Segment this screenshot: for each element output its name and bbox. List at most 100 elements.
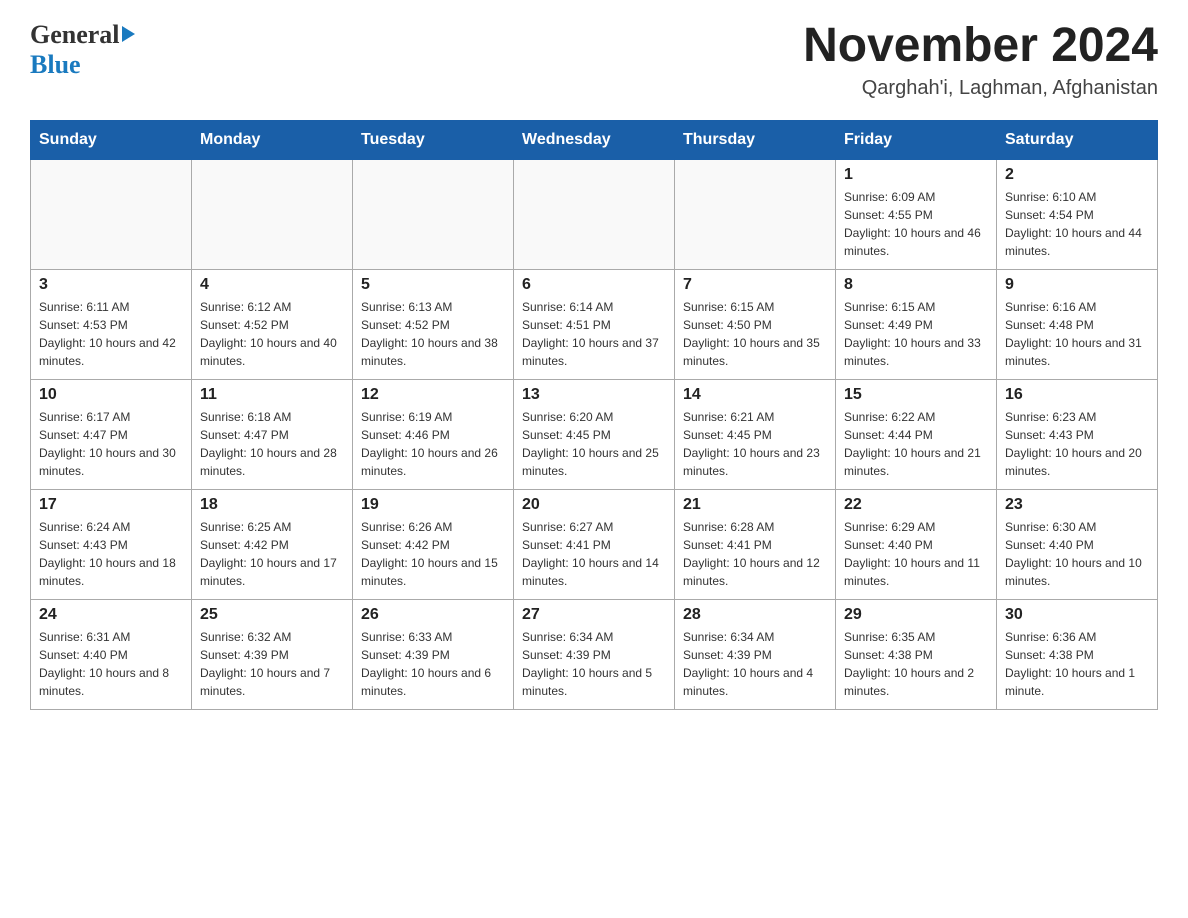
day-number: 29 [844, 606, 988, 624]
day-number: 27 [522, 606, 666, 624]
calendar-cell: 21 Sunrise: 6:28 AM Sunset: 4:41 PM Dayli… [675, 489, 836, 599]
day-number: 15 [844, 386, 988, 404]
calendar-cell: 26Sunrise: 6:33 AM Sunset: 4:39 PM Dayli… [353, 599, 514, 709]
day-info: Sunrise: 6:34 AM Sunset: 4:39 PM Dayligh… [683, 628, 827, 700]
day-info: Sunrise: 6:11 AM Sunset: 4:53 PM Dayligh… [39, 298, 183, 370]
calendar-cell: 8Sunrise: 6:15 AM Sunset: 4:49 PM Daylig… [836, 269, 997, 379]
header-day-saturday: Saturday [997, 120, 1158, 159]
calendar-cell: 22Sunrise: 6:29 AM Sunset: 4:40 PM Dayli… [836, 489, 997, 599]
calendar-cell: 4Sunrise: 6:12 AM Sunset: 4:52 PM Daylig… [192, 269, 353, 379]
day-info: Sunrise: 6:13 AM Sunset: 4:52 PM Dayligh… [361, 298, 505, 370]
calendar-cell [675, 159, 836, 269]
calendar-cell [353, 159, 514, 269]
day-info: Sunrise: 6:18 AM Sunset: 4:47 PM Dayligh… [200, 408, 344, 480]
calendar-cell: 30Sunrise: 6:36 AM Sunset: 4:38 PM Dayli… [997, 599, 1158, 709]
day-info: Sunrise: 6:17 AM Sunset: 4:47 PM Dayligh… [39, 408, 183, 480]
day-info: Sunrise: 6:10 AM Sunset: 4:54 PM Dayligh… [1005, 188, 1149, 260]
week-row-4: 17 Sunrise: 6:24 AM Sunset: 4:43 PM Dayli… [31, 489, 1158, 599]
location-subtitle: Qarghah'i, Laghman, Afghanistan [803, 77, 1158, 100]
logo: General [30, 20, 137, 50]
day-info: Sunrise: 6:22 AM Sunset: 4:44 PM Dayligh… [844, 408, 988, 480]
week-row-5: 24 Sunrise: 6:31 AM Sunset: 4:40 PM Dayli… [31, 599, 1158, 709]
calendar-cell: 28 Sunrise: 6:34 AM Sunset: 4:39 PM Dayli… [675, 599, 836, 709]
day-number: 3 [39, 276, 183, 294]
day-info: Sunrise: 6:25 AM Sunset: 4:42 PM Dayligh… [200, 518, 344, 590]
day-info: Sunrise: 6:36 AM Sunset: 4:38 PM Dayligh… [1005, 628, 1149, 700]
logo-blue-text: Blue [30, 50, 81, 79]
day-number: 8 [844, 276, 988, 294]
calendar-cell: 13 Sunrise: 6:20 AM Sunset: 4:45 PM Dayli… [514, 379, 675, 489]
day-info: Sunrise: 6:26 AM Sunset: 4:42 PM Dayligh… [361, 518, 505, 590]
day-info: Sunrise: 6:19 AM Sunset: 4:46 PM Dayligh… [361, 408, 505, 480]
day-info: Sunrise: 6:09 AM Sunset: 4:55 PM Dayligh… [844, 188, 988, 260]
day-info: Sunrise: 6:34 AM Sunset: 4:39 PM Dayligh… [522, 628, 666, 700]
calendar-cell: 6Sunrise: 6:14 AM Sunset: 4:51 PM Daylig… [514, 269, 675, 379]
day-number: 21 [683, 496, 827, 514]
day-number: 23 [1005, 496, 1149, 514]
calendar-cell: 27 Sunrise: 6:34 AM Sunset: 4:39 PM Dayli… [514, 599, 675, 709]
day-number: 4 [200, 276, 344, 294]
day-number: 18 [200, 496, 344, 514]
title-area: November 2024 Qarghah'i, Laghman, Afghan… [803, 20, 1158, 100]
calendar-header: SundayMondayTuesdayWednesdayThursdayFrid… [31, 120, 1158, 159]
day-number: 13 [522, 386, 666, 404]
logo-triangle-icon [122, 26, 135, 42]
calendar-cell: 29 Sunrise: 6:35 AM Sunset: 4:38 PM Dayli… [836, 599, 997, 709]
day-number: 5 [361, 276, 505, 294]
day-info: Sunrise: 6:27 AM Sunset: 4:41 PM Dayligh… [522, 518, 666, 590]
calendar-cell: 15 Sunrise: 6:22 AM Sunset: 4:44 PM Dayli… [836, 379, 997, 489]
calendar-cell [31, 159, 192, 269]
logo-general-text: General [30, 20, 120, 50]
week-row-1: 1Sunrise: 6:09 AM Sunset: 4:55 PM Daylig… [31, 159, 1158, 269]
header-day-monday: Monday [192, 120, 353, 159]
day-info: Sunrise: 6:16 AM Sunset: 4:48 PM Dayligh… [1005, 298, 1149, 370]
header-day-tuesday: Tuesday [353, 120, 514, 159]
day-info: Sunrise: 6:35 AM Sunset: 4:38 PM Dayligh… [844, 628, 988, 700]
calendar-cell: 5 Sunrise: 6:13 AM Sunset: 4:52 PM Daylig… [353, 269, 514, 379]
day-info: Sunrise: 6:23 AM Sunset: 4:43 PM Dayligh… [1005, 408, 1149, 480]
day-number: 17 [39, 496, 183, 514]
day-number: 11 [200, 386, 344, 404]
day-number: 9 [1005, 276, 1149, 294]
day-info: Sunrise: 6:14 AM Sunset: 4:51 PM Dayligh… [522, 298, 666, 370]
day-info: Sunrise: 6:15 AM Sunset: 4:50 PM Dayligh… [683, 298, 827, 370]
calendar-body: 1Sunrise: 6:09 AM Sunset: 4:55 PM Daylig… [31, 159, 1158, 709]
calendar-cell: 7 Sunrise: 6:15 AM Sunset: 4:50 PM Daylig… [675, 269, 836, 379]
day-info: Sunrise: 6:29 AM Sunset: 4:40 PM Dayligh… [844, 518, 988, 590]
calendar-cell: 24 Sunrise: 6:31 AM Sunset: 4:40 PM Dayli… [31, 599, 192, 709]
calendar-cell: 17 Sunrise: 6:24 AM Sunset: 4:43 PM Dayli… [31, 489, 192, 599]
calendar-cell: 25Sunrise: 6:32 AM Sunset: 4:39 PM Dayli… [192, 599, 353, 709]
logo-area: General Blue [30, 20, 137, 80]
header-day-friday: Friday [836, 120, 997, 159]
day-number: 20 [522, 496, 666, 514]
calendar-cell: 18 Sunrise: 6:25 AM Sunset: 4:42 PM Dayli… [192, 489, 353, 599]
calendar-cell: 9 Sunrise: 6:16 AM Sunset: 4:48 PM Daylig… [997, 269, 1158, 379]
week-row-2: 3 Sunrise: 6:11 AM Sunset: 4:53 PM Daylig… [31, 269, 1158, 379]
day-info: Sunrise: 6:28 AM Sunset: 4:41 PM Dayligh… [683, 518, 827, 590]
calendar-cell [192, 159, 353, 269]
day-info: Sunrise: 6:24 AM Sunset: 4:43 PM Dayligh… [39, 518, 183, 590]
day-info: Sunrise: 6:30 AM Sunset: 4:40 PM Dayligh… [1005, 518, 1149, 590]
week-row-3: 10 Sunrise: 6:17 AM Sunset: 4:47 PM Dayli… [31, 379, 1158, 489]
day-info: Sunrise: 6:20 AM Sunset: 4:45 PM Dayligh… [522, 408, 666, 480]
day-number: 2 [1005, 166, 1149, 184]
page-header: General Blue November 2024 Qarghah'i, La… [30, 20, 1158, 100]
day-number: 10 [39, 386, 183, 404]
calendar-cell: 1Sunrise: 6:09 AM Sunset: 4:55 PM Daylig… [836, 159, 997, 269]
day-info: Sunrise: 6:31 AM Sunset: 4:40 PM Dayligh… [39, 628, 183, 700]
calendar-cell: 23 Sunrise: 6:30 AM Sunset: 4:40 PM Dayli… [997, 489, 1158, 599]
calendar-cell: 14Sunrise: 6:21 AM Sunset: 4:45 PM Dayli… [675, 379, 836, 489]
day-number: 16 [1005, 386, 1149, 404]
day-number: 28 [683, 606, 827, 624]
logo-blue-row: Blue [30, 50, 81, 80]
day-number: 25 [200, 606, 344, 624]
header-row: SundayMondayTuesdayWednesdayThursdayFrid… [31, 120, 1158, 159]
day-info: Sunrise: 6:21 AM Sunset: 4:45 PM Dayligh… [683, 408, 827, 480]
day-number: 24 [39, 606, 183, 624]
header-day-sunday: Sunday [31, 120, 192, 159]
day-number: 7 [683, 276, 827, 294]
calendar-cell: 19Sunrise: 6:26 AM Sunset: 4:42 PM Dayli… [353, 489, 514, 599]
calendar-cell: 12Sunrise: 6:19 AM Sunset: 4:46 PM Dayli… [353, 379, 514, 489]
calendar-cell: 2 Sunrise: 6:10 AM Sunset: 4:54 PM Daylig… [997, 159, 1158, 269]
calendar-cell: 10 Sunrise: 6:17 AM Sunset: 4:47 PM Dayli… [31, 379, 192, 489]
